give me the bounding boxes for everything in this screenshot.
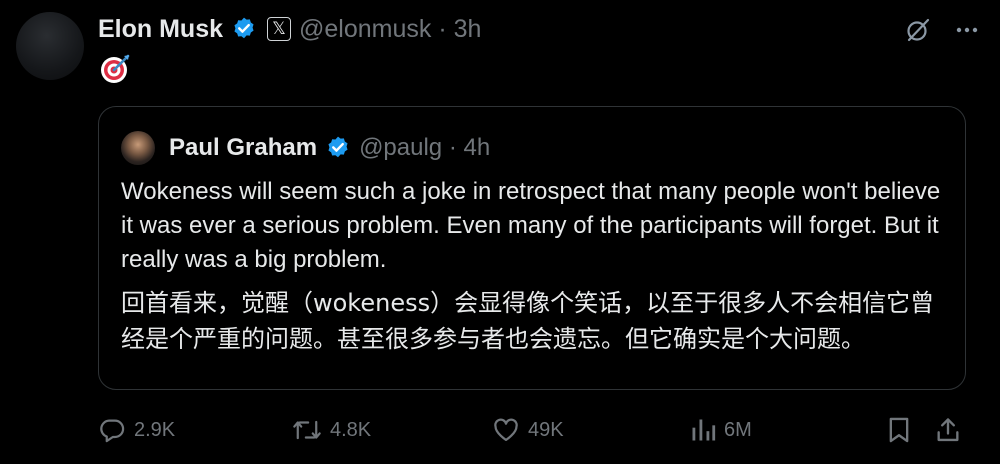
repost-count: 4.8K (330, 418, 372, 441)
author-name[interactable]: Elon Musk (98, 15, 223, 44)
reply-count: 2.9K (134, 418, 176, 441)
tweet-top-actions (904, 16, 980, 44)
bookmark-icon (886, 416, 912, 444)
quoted-tweet-text-en: Wokeness will seem such a joke in retros… (121, 178, 941, 273)
author-avatar[interactable] (16, 12, 84, 80)
bookmark-button[interactable] (886, 410, 912, 450)
quoted-tweet-card[interactable]: Paul Graham @paulg · 4h Wokeness will se… (98, 106, 966, 390)
heart-icon (492, 416, 520, 444)
quoted-author-avatar[interactable] (121, 131, 155, 165)
like-button[interactable]: 49K (492, 410, 564, 450)
grok-icon[interactable] (904, 16, 932, 44)
views-button[interactable]: 6M (690, 410, 752, 450)
share-icon (934, 416, 962, 444)
affiliation-badge[interactable]: 𝕏 (267, 17, 292, 41)
author-handle-time[interactable]: @elonmusk · 3h (299, 15, 481, 44)
quoted-author-name[interactable]: Paul Graham (169, 134, 317, 162)
repost-icon (292, 416, 322, 444)
reply-icon (98, 416, 126, 444)
views-count: 6M (724, 418, 752, 441)
quoted-tweet-header: Paul Graham @paulg · 4h (121, 131, 490, 165)
tweet-action-bar: 2.9K 4.8K 49K 6M (98, 410, 966, 450)
quoted-author-handle-time[interactable]: @paulg · 4h (359, 134, 490, 162)
target-emoji (98, 52, 132, 86)
like-count: 49K (528, 418, 564, 441)
tweet-header: Elon Musk 𝕏 @elonmusk · 3h (98, 12, 481, 46)
verified-badge-icon[interactable] (325, 135, 351, 161)
verified-badge-icon[interactable] (231, 16, 257, 42)
quoted-tweet-text-zh: 回首看来，觉醒（wokeness）会显得像个笑话，以至于很多人不会相信它曾经是个… (121, 289, 935, 353)
reply-button[interactable]: 2.9K (98, 410, 175, 450)
share-button[interactable] (934, 410, 962, 450)
repost-button[interactable]: 4.8K (292, 410, 371, 450)
views-icon (690, 416, 716, 444)
more-icon[interactable] (954, 17, 980, 43)
